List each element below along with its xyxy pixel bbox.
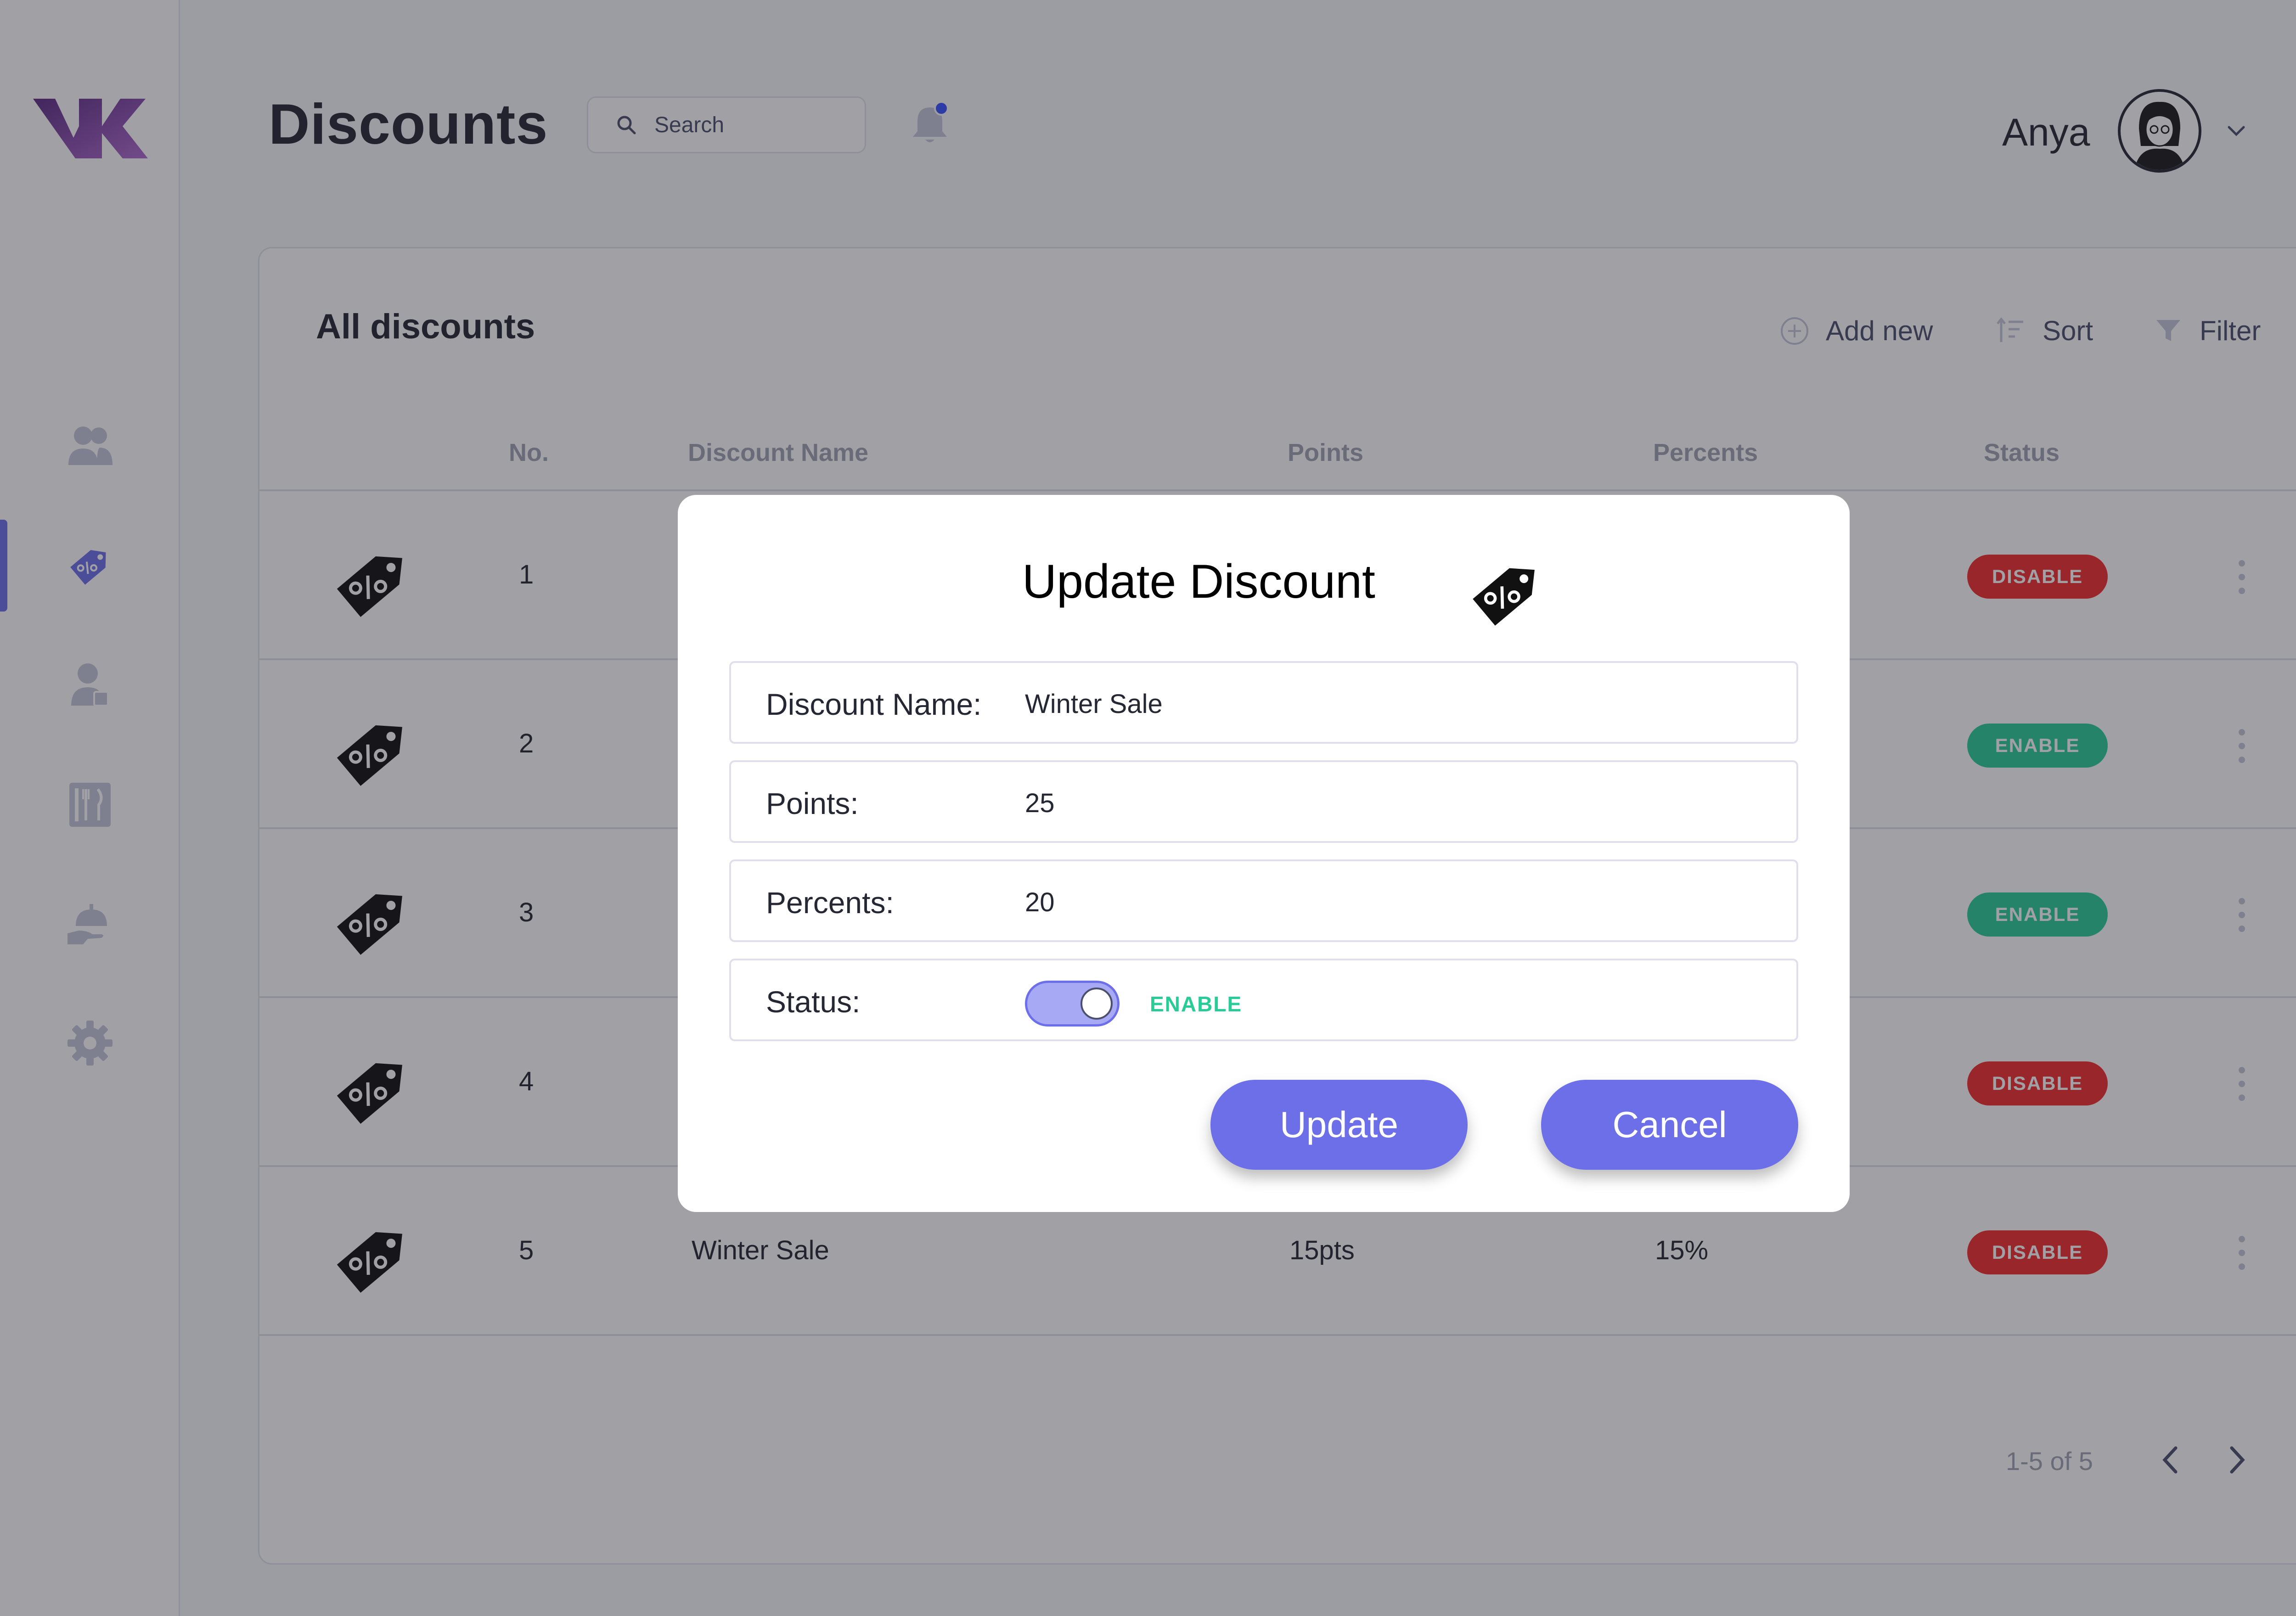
discount-name-input[interactable]: [1025, 689, 1714, 719]
status-toggle[interactable]: [1025, 981, 1120, 1027]
percents-label: Percents:: [766, 886, 894, 920]
update-discount-modal: Update Discount Discount Name: Points: P…: [678, 495, 1850, 1212]
points-field: Points:: [729, 760, 1798, 843]
points-input[interactable]: [1025, 788, 1714, 819]
update-button[interactable]: Update: [1210, 1080, 1468, 1170]
status-toggle-label: ENABLE: [1150, 992, 1243, 1016]
modal-title: Update Discount: [1022, 555, 1375, 608]
discount-name-label: Discount Name:: [766, 687, 982, 721]
status-label: Status:: [766, 985, 861, 1019]
points-label: Points:: [766, 786, 859, 820]
percents-input[interactable]: [1025, 887, 1714, 918]
percents-field: Percents:: [729, 859, 1798, 942]
toggle-knob: [1080, 988, 1113, 1020]
discount-name-field: Discount Name:: [729, 661, 1798, 744]
status-field: Status: ENABLE: [729, 959, 1798, 1041]
cancel-button[interactable]: Cancel: [1541, 1080, 1798, 1170]
discount-tag-icon: [1473, 568, 1535, 626]
